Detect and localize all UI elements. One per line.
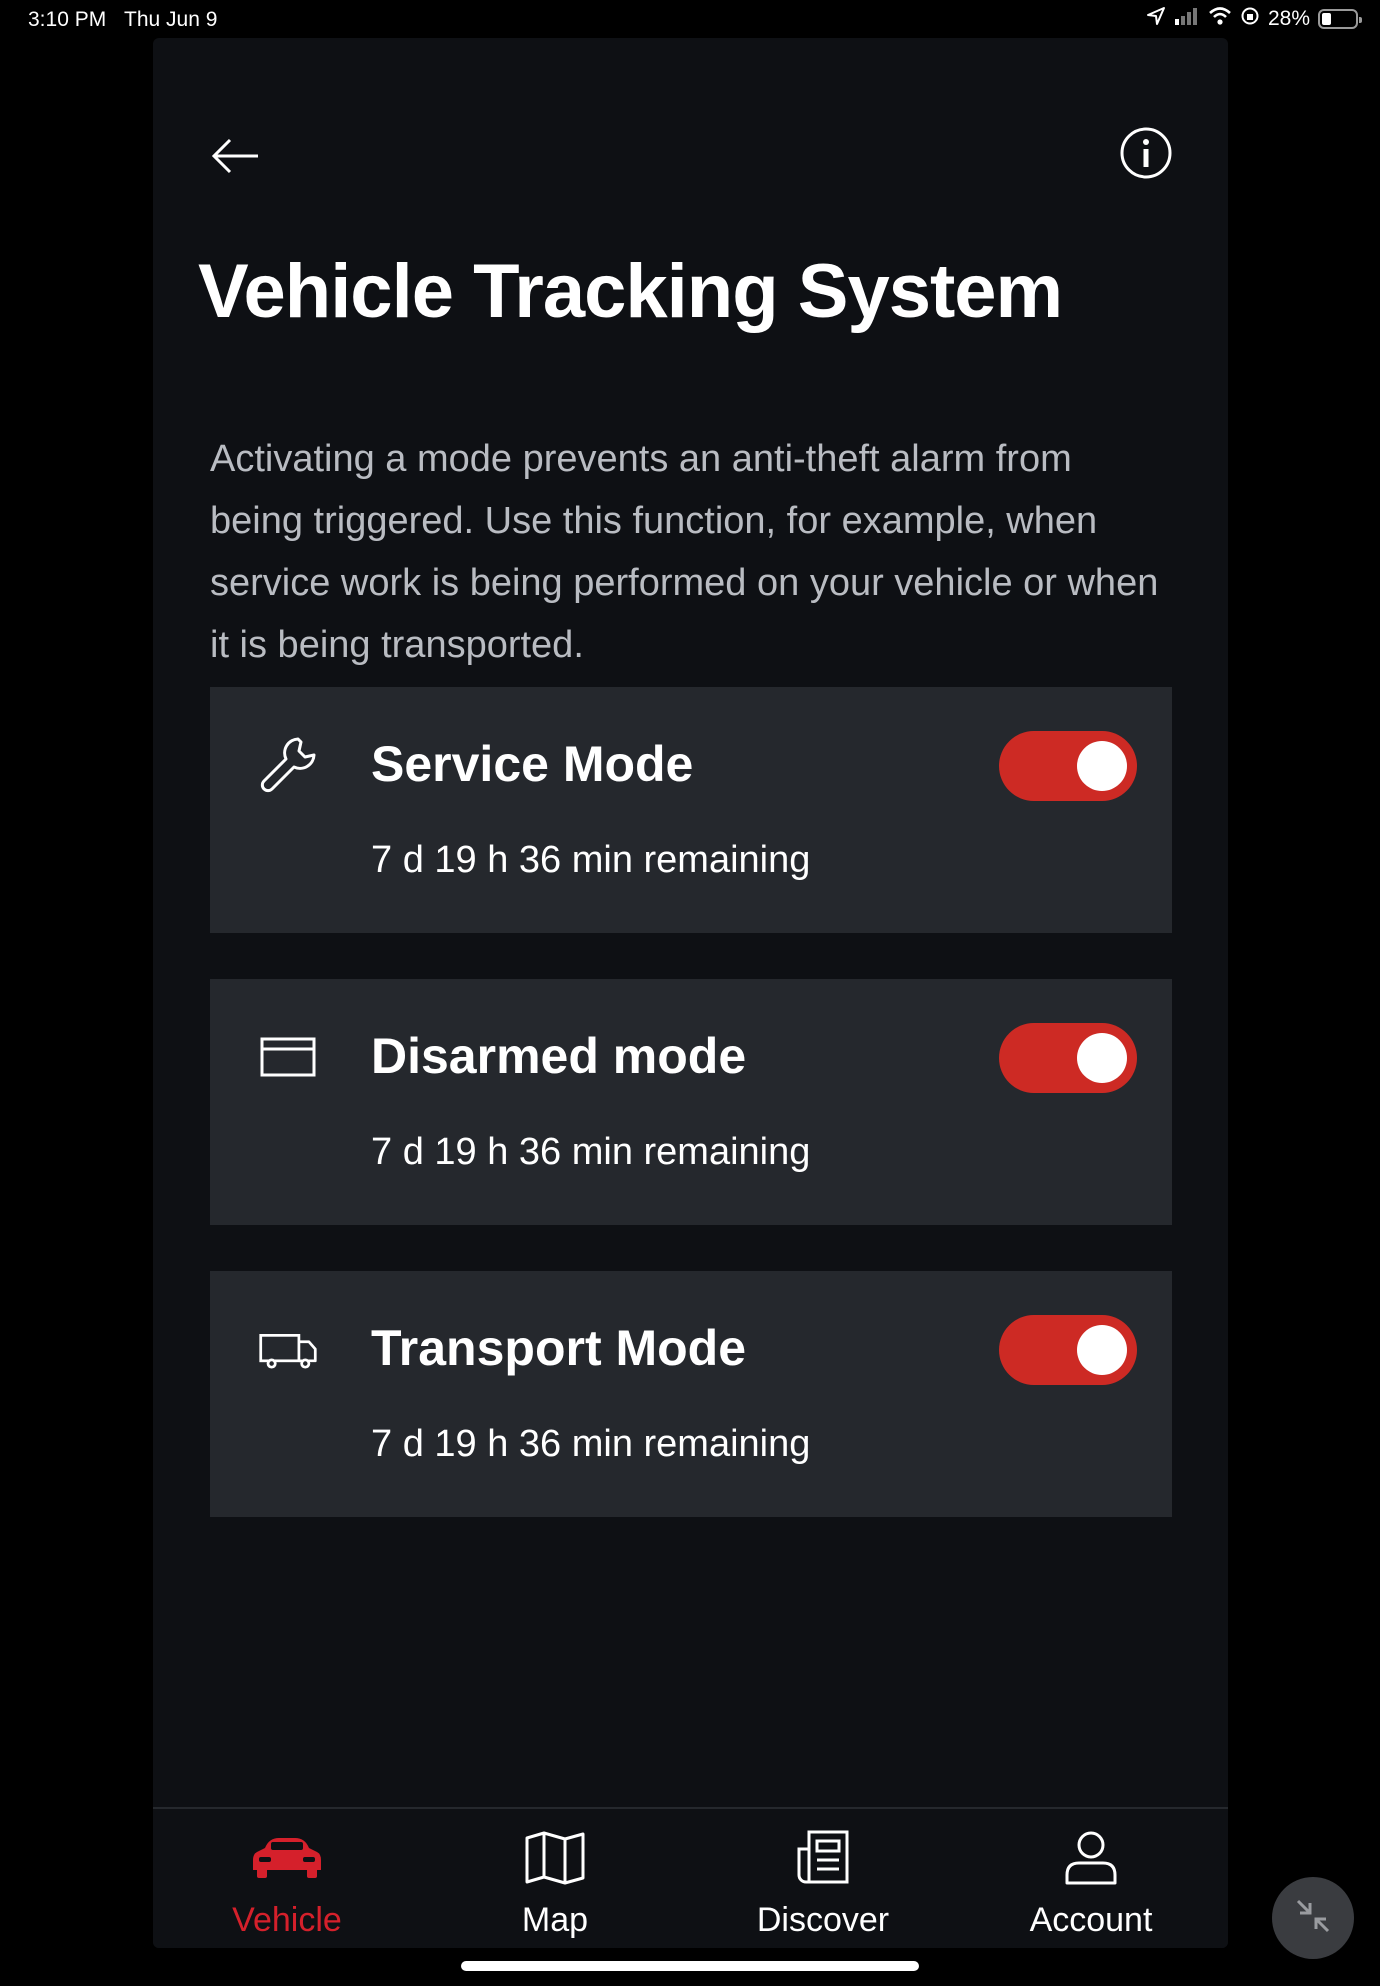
- toggle-knob: [1077, 1325, 1127, 1375]
- tab-label: Map: [521, 1901, 589, 1939]
- tab-map[interactable]: Map: [421, 1809, 689, 1948]
- wrench-icon: [258, 735, 318, 795]
- car-icon: [247, 1827, 327, 1889]
- status-bar: 3:10 PM Thu Jun 9 28%: [0, 0, 1380, 38]
- transport-mode-title: Transport Mode: [371, 1320, 747, 1376]
- tab-vehicle[interactable]: Vehicle: [153, 1809, 421, 1948]
- wifi-icon: [1208, 6, 1232, 32]
- service-mode-remaining: 7 d 19 h 36 min remaining: [371, 839, 811, 881]
- disarmed-mode-card: Disarmed mode 7 d 19 h 36 min remaining: [210, 979, 1172, 1225]
- minimize-button[interactable]: [1272, 1877, 1354, 1959]
- page-title: Vehicle Tracking System: [198, 249, 1063, 334]
- battery-percent: 28%: [1267, 7, 1310, 30]
- newspaper-icon: [783, 1827, 863, 1889]
- card-icon: [258, 1027, 318, 1087]
- status-date: Thu Jun 9: [124, 8, 218, 31]
- info-button[interactable]: [1116, 125, 1176, 185]
- disarmed-mode-remaining: 7 d 19 h 36 min remaining: [371, 1131, 811, 1173]
- status-time: 3:10 PM: [28, 8, 107, 31]
- service-mode-card: Service Mode 7 d 19 h 36 min remaining: [210, 687, 1172, 933]
- tab-label: Discover: [756, 1901, 890, 1939]
- toggle-knob: [1077, 1033, 1127, 1083]
- back-button[interactable]: [205, 128, 265, 188]
- page-description: Activating a mode prevents an anti-theft…: [210, 438, 1159, 666]
- info-icon: [1119, 126, 1173, 185]
- disarmed-mode-title: Disarmed mode: [371, 1028, 747, 1084]
- home-indicator[interactable]: [461, 1961, 919, 1971]
- location-icon: [1146, 6, 1166, 32]
- toggle-knob: [1077, 741, 1127, 791]
- battery-level: [1322, 13, 1331, 25]
- transport-mode-remaining: 7 d 19 h 36 min remaining: [371, 1423, 811, 1465]
- app-panel: Vehicle Tracking System Activating a mod…: [153, 38, 1228, 1948]
- collapse-arrows-icon: [1292, 1895, 1334, 1942]
- signal-icon: [1174, 6, 1200, 32]
- tab-account[interactable]: Account: [957, 1809, 1225, 1948]
- map-icon: [515, 1827, 595, 1889]
- bottom-tab-bar: Vehicle Map Discover Account: [153, 1807, 1228, 1948]
- service-mode-toggle[interactable]: [999, 731, 1137, 801]
- transport-mode-card: Transport Mode 7 d 19 h 36 min remaining: [210, 1271, 1172, 1517]
- user-icon: [1051, 1827, 1131, 1889]
- rotation-lock-icon: [1240, 6, 1260, 32]
- arrow-left-icon: [210, 136, 260, 181]
- tab-label: Vehicle: [232, 1901, 342, 1939]
- disarmed-mode-toggle[interactable]: [999, 1023, 1137, 1093]
- status-icons: 28%: [1146, 6, 1362, 32]
- battery-icon: [1318, 9, 1362, 29]
- tab-discover[interactable]: Discover: [689, 1809, 957, 1948]
- transport-mode-toggle[interactable]: [999, 1315, 1137, 1385]
- tab-label: Account: [1029, 1901, 1153, 1939]
- truck-icon: [258, 1319, 318, 1379]
- service-mode-title: Service Mode: [371, 736, 694, 792]
